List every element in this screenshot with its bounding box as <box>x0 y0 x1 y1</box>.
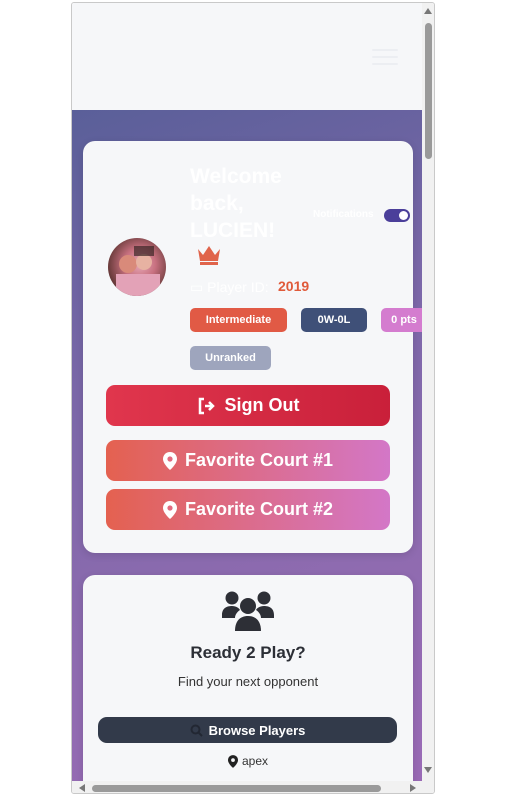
page-viewport: Welcome back, LUCIEN! Notifications ▭ Pl… <box>72 3 424 781</box>
notifications-label: Notifications <box>313 209 374 220</box>
map-pin-icon <box>227 754 238 768</box>
browse-players-button[interactable]: Browse Players <box>98 717 397 743</box>
map-pin-icon <box>162 500 177 519</box>
favorite-court-2-button[interactable]: Favorite Court #2 <box>106 489 390 530</box>
scroll-down-arrow[interactable] <box>424 767 432 773</box>
vertical-scrollbar[interactable] <box>422 3 434 781</box>
location-label: apex <box>241 754 269 768</box>
browser-window: Welcome back, LUCIEN! Notifications ▭ Pl… <box>71 2 435 794</box>
menu-icon[interactable] <box>372 49 398 67</box>
notifications-toggle[interactable] <box>384 209 410 222</box>
welcome-heading: Welcome back, LUCIEN! <box>190 165 282 242</box>
location-text: apex <box>83 754 413 768</box>
profile-card: Welcome back, LUCIEN! Notifications ▭ Pl… <box>83 141 424 553</box>
search-icon <box>190 724 203 737</box>
avatar-photo <box>116 246 160 296</box>
sign-out-icon <box>198 397 215 414</box>
scrollbar-corner <box>424 781 434 793</box>
favorite-court-2-label: Favorite Court #2 <box>184 499 334 519</box>
skill-level-badge: Intermediate <box>190 308 287 332</box>
browse-players-label: Browse Players <box>208 722 306 738</box>
points-badge: 0 pts <box>381 308 424 332</box>
horizontal-scroll-thumb[interactable] <box>92 785 381 792</box>
app-header <box>72 3 424 110</box>
ready-to-play-title: Ready 2 Play? <box>190 643 306 662</box>
rank-badge: Unranked <box>190 346 271 370</box>
player-id-label: ▭ Player ID: <box>190 279 269 296</box>
horizontal-scrollbar[interactable] <box>72 781 424 793</box>
record-badge: 0W-0L <box>301 308 367 332</box>
player-id-value: 2019 <box>278 278 310 294</box>
favorite-court-1-label: Favorite Court #1 <box>184 450 334 470</box>
sign-out-button[interactable]: Sign Out <box>106 385 390 426</box>
scroll-right-arrow[interactable] <box>410 784 416 792</box>
favorite-court-1-button[interactable]: Favorite Court #1 <box>106 440 390 481</box>
map-pin-icon <box>162 451 177 470</box>
player-id-text: Player ID: <box>207 279 269 295</box>
avatar[interactable] <box>108 238 166 296</box>
ready-to-play-card: Ready 2 Play? Find your next opponent Br… <box>83 575 413 781</box>
users-icon <box>222 591 274 631</box>
id-card-icon: ▭ <box>190 279 208 295</box>
vertical-scroll-thumb[interactable] <box>425 23 432 159</box>
crown-icon <box>198 246 220 265</box>
scroll-up-arrow[interactable] <box>424 8 432 14</box>
scroll-left-arrow[interactable] <box>79 784 85 792</box>
ready-to-play-subtitle: Find your next opponent <box>177 674 319 689</box>
sign-out-label: Sign Out <box>224 395 300 415</box>
